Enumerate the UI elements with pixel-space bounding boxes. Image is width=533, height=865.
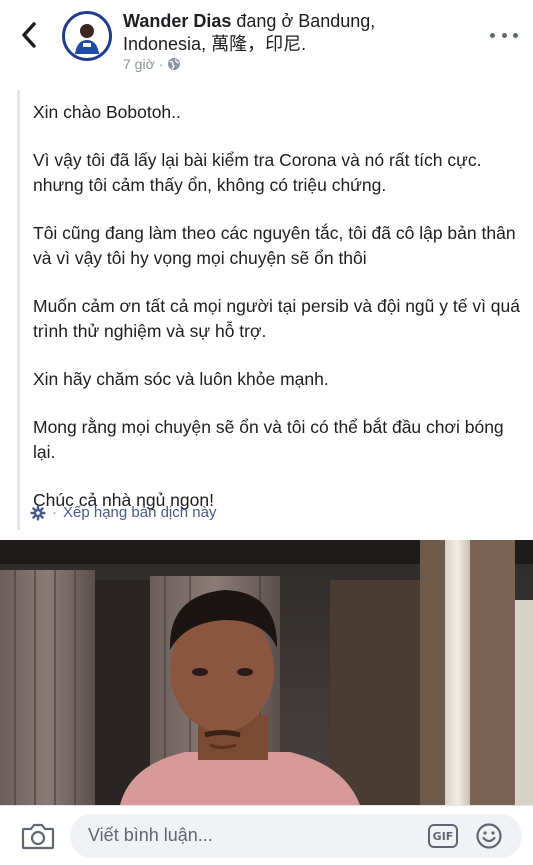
chevron-left-icon: [22, 22, 36, 48]
post-paragraph: Xin chào Bobotoh..: [33, 102, 181, 122]
more-dots-icon: [490, 32, 495, 38]
author-name[interactable]: Wander Dias: [123, 11, 231, 31]
comment-input[interactable]: Viết bình luận... GIF: [70, 814, 522, 858]
post-author-line: Wander Dias đang ở Bandung, Indonesia, 萬…: [123, 10, 463, 56]
post-header: Wander Dias đang ở Bandung, Indonesia, 萬…: [0, 0, 533, 90]
camera-icon: [21, 823, 55, 850]
comment-bar: Viết bình luận... GIF: [0, 805, 533, 865]
post-paragraph: Xin hãy chăm sóc và luôn khỏe mạnh.: [33, 369, 329, 389]
post-paragraph: Mong rằng mọi chuyện sẽ ổn và tôi có thể…: [33, 417, 504, 462]
post-text: Xin chào Bobotoh.. Vì vậy tôi đã lấy lại…: [33, 100, 523, 536]
camera-button[interactable]: [18, 818, 58, 854]
post-paragraph: Muốn cảm ơn tất cả mọi người tại persib …: [33, 296, 520, 341]
emoji-icon: [476, 823, 502, 849]
post-paragraph: Tôi cũng đang làm theo các nguyên tắc, t…: [33, 223, 516, 268]
translate-label[interactable]: Xếp hạng bản dịch này: [63, 504, 216, 521]
gif-button[interactable]: GIF: [428, 824, 458, 848]
rate-translation-link[interactable]: · Xếp hạng bản dịch này: [30, 504, 216, 521]
avatar[interactable]: [62, 11, 112, 61]
post-video[interactable]: [0, 540, 533, 805]
post-paragraph: Vì vậy tôi đã lấy lại bài kiểm tra Coron…: [33, 150, 482, 195]
post-timestamp[interactable]: 7 giờ: [123, 56, 155, 72]
globe-icon: [168, 58, 181, 70]
avatar-image: [65, 14, 109, 58]
post-meta: 7 giờ ·: [123, 56, 181, 72]
gear-icon: [30, 505, 46, 520]
comment-placeholder: Viết bình luận...: [88, 825, 213, 845]
meta-separator: ·: [158, 56, 164, 72]
video-frame: [0, 540, 533, 805]
emoji-button[interactable]: [474, 821, 504, 851]
translate-separator: ·: [52, 504, 57, 521]
back-button[interactable]: [12, 18, 46, 52]
post-body: Xin chào Bobotoh.. Vì vậy tôi đã lấy lại…: [17, 90, 533, 530]
more-options-button[interactable]: [486, 20, 522, 50]
